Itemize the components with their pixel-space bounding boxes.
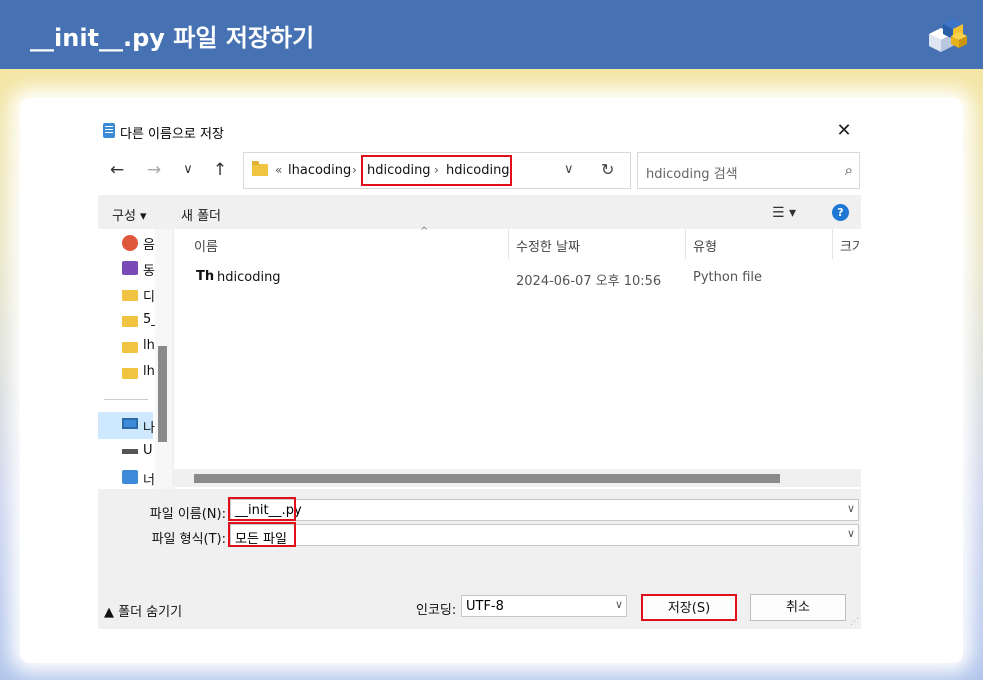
drive-icon <box>122 449 138 454</box>
horizontal-scroll-thumb[interactable] <box>194 474 780 483</box>
filename-label: 파일 이름(N): <box>149 507 226 522</box>
breadcrumb-lhacoding[interactable]: lhacoding <box>288 163 351 178</box>
breadcrumb-overflow[interactable]: « <box>275 163 282 177</box>
hide-folders-button[interactable]: ▲ 폴더 숨기기 <box>104 601 182 620</box>
encoding-select[interactable]: UTF-8 ∨ <box>461 595 627 617</box>
address-bar[interactable]: « lhacoding › hdicoding › hdicoding ∨ ↻ <box>243 152 631 189</box>
sidebar-item-label: 나 <box>143 421 155 436</box>
navigation-bar: ← → ∨ ↑ « lhacoding › hdicoding › hdicod… <box>98 145 861 195</box>
column-divider[interactable] <box>508 229 509 259</box>
nav-pane-scroll-thumb[interactable] <box>158 346 167 442</box>
path-highlight-box <box>361 155 512 186</box>
notepad-icon <box>103 123 115 138</box>
resize-grip-icon[interactable]: ⋰ <box>850 617 859 627</box>
refresh-icon[interactable]: ↻ <box>601 160 614 179</box>
breadcrumb-separator[interactable]: › <box>352 163 357 177</box>
music-icon <box>122 235 138 251</box>
encoding-value: UTF-8 <box>466 599 504 614</box>
filetype-row: 파일 형식(T): 모든 파일 ∨ <box>98 522 861 548</box>
search-icon[interactable]: ⌕ <box>845 161 853 179</box>
sort-ascending-icon: ^ <box>420 226 429 237</box>
recent-locations-chevron-icon[interactable]: ∨ <box>177 159 199 181</box>
close-icon[interactable]: ✕ <box>833 120 855 142</box>
filename-row: 파일 이름(N): __init__.py ∨ <box>98 497 861 523</box>
filetype-select[interactable]: 모든 파일 ∨ <box>230 524 859 547</box>
video-icon <box>122 261 138 275</box>
filename-highlight-box <box>228 497 296 521</box>
dialog-bottom-bar: ▲ 폴더 숨기기 인코딩: UTF-8 ∨ 저장(S) 취소 ⋰ <box>98 559 861 629</box>
column-header-size[interactable]: 크기 <box>840 236 861 255</box>
column-header-modified[interactable]: 수정한 날짜 <box>516 236 580 255</box>
address-dropdown-chevron-icon[interactable]: ∨ <box>564 162 574 177</box>
dialog-titlebar: 다른 이름으로 저장 ✕ <box>98 118 861 145</box>
back-arrow-icon[interactable]: ← <box>106 159 128 181</box>
network-icon <box>122 470 138 484</box>
sidebar-item-label: U <box>143 443 153 458</box>
folder-icon <box>122 342 138 353</box>
column-divider[interactable] <box>832 229 833 259</box>
folder-icon <box>252 161 268 176</box>
filename-input[interactable]: __init__.py ∨ <box>230 499 859 521</box>
new-folder-button[interactable]: 새 폴더 <box>181 205 221 224</box>
sidebar-item-label: lh <box>143 338 155 353</box>
column-divider[interactable] <box>685 229 686 259</box>
encoding-label: 인코딩: <box>416 603 457 618</box>
sidebar-item-label: 디 <box>143 290 155 305</box>
slide-title: __init__.py 파일 저장하기 <box>30 24 315 52</box>
python-file-icon: Th <box>196 269 215 284</box>
cancel-button[interactable]: 취소 <box>750 594 846 621</box>
help-icon[interactable]: ? <box>832 204 849 221</box>
save-button[interactable]: 저장(S) <box>641 594 737 621</box>
slide-banner: __init__.py 파일 저장하기 <box>0 0 983 69</box>
column-header-name[interactable]: 이름 <box>194 236 218 255</box>
search-box[interactable]: hdicoding 검색 ⌕ <box>637 152 860 189</box>
file-modified: 2024-06-07 오후 10:56 <box>516 274 662 289</box>
up-arrow-icon[interactable]: ↑ <box>209 159 231 181</box>
python-cube-logo-icon <box>929 19 967 52</box>
filetype-highlight-box <box>228 522 296 547</box>
filetype-dropdown-chevron-icon[interactable]: ∨ <box>847 527 855 540</box>
sidebar-item-label: 너 <box>143 473 155 488</box>
nav-divider <box>104 399 148 400</box>
folder-icon <box>122 290 138 301</box>
filetype-label: 파일 형식(T): <box>151 532 226 547</box>
sidebar-item-label: 음 <box>143 238 155 253</box>
sidebar-item-label: lh <box>143 364 155 379</box>
file-name: hdicoding <box>217 270 281 285</box>
file-list: ^ 이름 수정한 날짜 유형 크기 Th hdicoding 2024-06-0… <box>174 226 861 489</box>
view-options-icon[interactable]: ☰ ▾ <box>772 205 796 221</box>
file-type: Python file <box>693 270 762 285</box>
pc-icon <box>122 418 138 429</box>
column-header-type[interactable]: 유형 <box>693 236 717 255</box>
navigation-pane: 음 동 디 5_ lh lh 나 U 너 <box>98 229 172 489</box>
save-as-dialog: 다른 이름으로 저장 ✕ ← → ∨ ↑ « lhacoding › hdico… <box>98 118 861 629</box>
encoding-dropdown-chevron-icon[interactable]: ∨ <box>615 598 623 611</box>
folder-icon <box>122 368 138 379</box>
search-placeholder: hdicoding 검색 <box>646 167 738 182</box>
folder-icon <box>122 316 138 327</box>
forward-arrow-icon[interactable]: → <box>143 159 165 181</box>
filename-dropdown-chevron-icon[interactable]: ∨ <box>847 502 855 515</box>
sidebar-item-label: 동 <box>143 264 155 279</box>
organize-button[interactable]: 구성 ▾ <box>112 205 147 224</box>
command-toolbar: 구성 ▾ 새 폴더 ☰ ▾ ? <box>98 195 861 229</box>
dialog-title: 다른 이름으로 저장 <box>120 127 224 142</box>
